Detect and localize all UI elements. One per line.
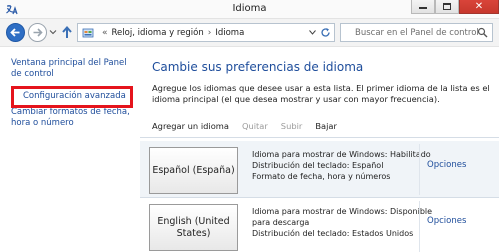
language-details: Idioma para mostrar de Windows: Habilita… <box>252 149 431 182</box>
search-placeholder: Buscar en el Panel de control <box>355 28 479 38</box>
maximize-icon <box>443 3 451 10</box>
page-description: Agregue los idiomas que desee usar a est… <box>152 83 490 104</box>
refresh-icon[interactable] <box>320 27 331 38</box>
minimize-icon <box>419 7 427 9</box>
forward-button[interactable] <box>28 23 47 42</box>
arrow-left-icon <box>10 28 20 37</box>
recent-locations-chevron-icon[interactable] <box>49 28 57 36</box>
move-up-button[interactable]: Subir <box>281 121 303 131</box>
language-row-english[interactable]: English (United States) Idioma para most… <box>140 198 499 252</box>
display-language-status: Idioma para mostrar de Windows: Disponib… <box>252 207 433 216</box>
address-bar[interactable]: « Reloj, idioma y región › Idioma <box>77 23 335 42</box>
address-dropdown-icon[interactable] <box>309 30 316 35</box>
format-info: Formato de fecha, hora y números <box>252 172 391 181</box>
breadcrumb-language[interactable]: Idioma <box>215 28 244 38</box>
control-panel-icon <box>82 28 94 37</box>
breadcrumb-clock-region[interactable]: Reloj, idioma y región <box>112 28 204 38</box>
language-tile[interactable]: English (United States) <box>149 204 238 251</box>
keyboard-layout: Distribución del teclado: Español <box>252 161 384 170</box>
search-icon[interactable] <box>477 27 488 38</box>
display-language-status: Idioma para mostrar de Windows: Habilita… <box>252 150 431 159</box>
back-button[interactable] <box>6 23 25 42</box>
minimize-button[interactable] <box>411 0 435 14</box>
left-navigation-pane: Ventana principal del Panel de control C… <box>0 48 138 252</box>
close-button[interactable]: ✕ <box>459 0 499 14</box>
move-down-button[interactable]: Bajar <box>315 121 337 131</box>
maximize-button[interactable] <box>435 0 459 14</box>
display-language-status-cont: para descarga <box>252 218 310 227</box>
language-tile[interactable]: Español (España) <box>149 147 238 194</box>
close-icon: ✕ <box>474 0 484 12</box>
remove-button[interactable]: Quitar <box>242 121 268 131</box>
title-bar: Idioma ✕ <box>0 0 499 19</box>
search-input[interactable]: Buscar en el Panel de control <box>340 23 493 42</box>
sidebar-item-control-panel-home[interactable]: Ventana principal del Panel de control <box>11 58 133 80</box>
options-link[interactable]: Opciones <box>427 216 466 226</box>
breadcrumb-overflow[interactable]: « <box>102 28 108 38</box>
language-list: Español (España) Idioma para mostrar de … <box>140 137 499 252</box>
options-link[interactable]: Opciones <box>427 160 466 170</box>
sidebar-item-change-formats[interactable]: Cambiar formatos de fecha, hora o número <box>11 107 133 129</box>
language-toolbar: Agregar un idioma Quitar Subir Bajar <box>152 121 350 131</box>
main-content: Cambie sus preferencias de idioma Agregu… <box>140 48 499 252</box>
language-row-spanish[interactable]: Español (España) Idioma para mostrar de … <box>140 141 499 198</box>
keyboard-layout: Distribución del teclado: Estados Unidos <box>252 229 414 238</box>
arrow-right-icon <box>33 28 43 37</box>
column-divider <box>419 201 420 252</box>
add-language-button[interactable]: Agregar un idioma <box>152 121 229 131</box>
column-divider <box>419 144 420 195</box>
breadcrumb-separator[interactable]: › <box>208 28 212 38</box>
highlight-box <box>11 86 133 108</box>
navigation-bar: « Reloj, idioma y región › Idioma Buscar… <box>0 19 499 47</box>
page-title: Cambie sus preferencias de idioma <box>152 60 364 74</box>
up-arrow-icon[interactable] <box>61 26 73 39</box>
language-details: Idioma para mostrar de Windows: Disponib… <box>252 206 432 239</box>
